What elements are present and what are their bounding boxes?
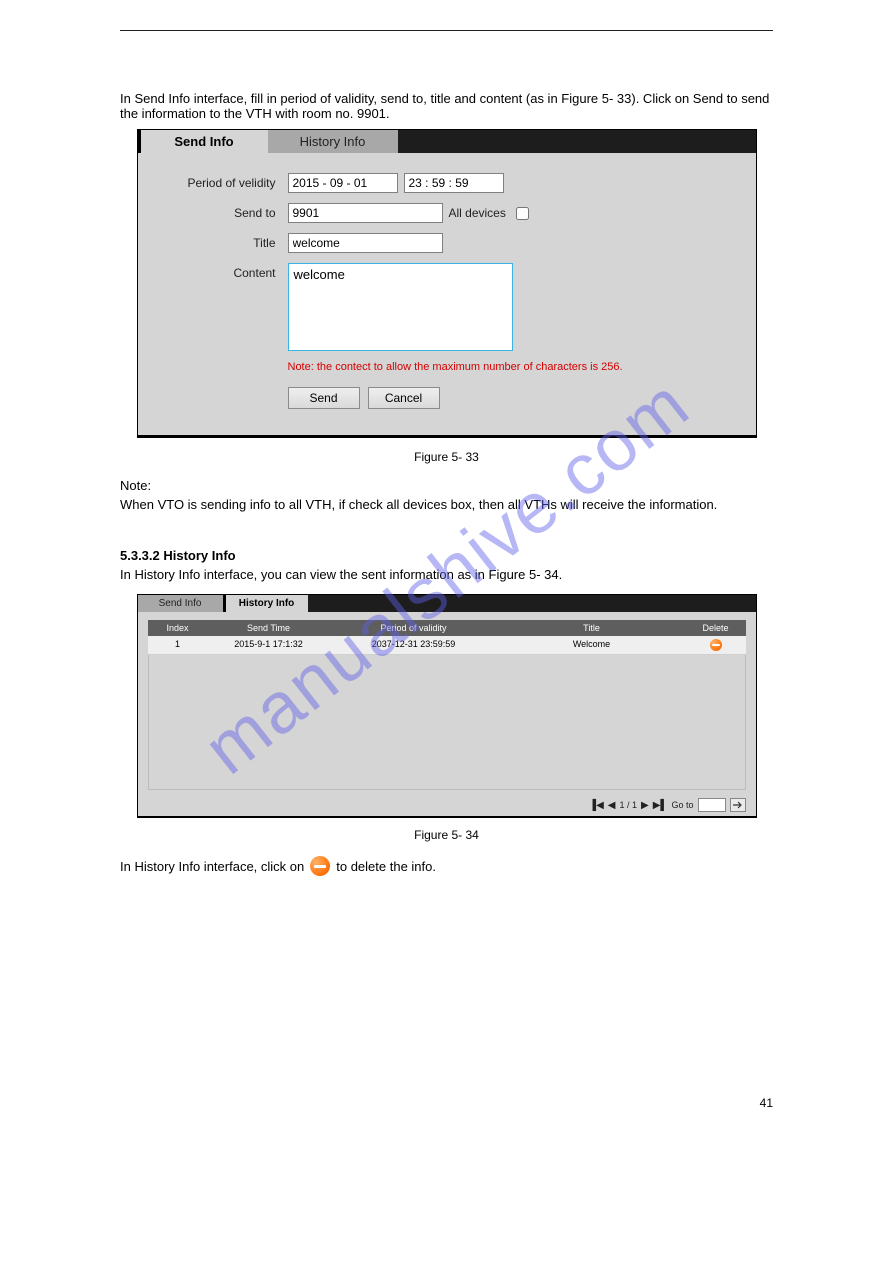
textarea-content[interactable] bbox=[288, 263, 513, 351]
send-info-pane: Send Info History Info Period of velidit… bbox=[137, 129, 757, 438]
section-body: In History Info interface, you can view … bbox=[120, 567, 773, 582]
label-content: Content bbox=[178, 263, 288, 280]
cancel-button[interactable]: Cancel bbox=[368, 387, 440, 409]
section-heading: 5.3.3.2 History Info bbox=[120, 548, 773, 563]
note-body: When VTO is sending info to all VTH, if … bbox=[120, 497, 773, 512]
tab-bar: Send Info History Info bbox=[138, 130, 756, 153]
tab-bar-2: Send Info History Info bbox=[138, 595, 756, 612]
col-delete: Delete bbox=[686, 623, 746, 633]
table-row: 1 2015-9-1 17:1:32 2037-12-31 23:59:59 W… bbox=[148, 636, 746, 655]
pager: ▐◀ ◀ 1 / 1 ▶ ▶▌ Go to bbox=[138, 794, 756, 816]
pager-go-button[interactable] bbox=[730, 798, 746, 812]
footer-text-a: In History Info interface, click on bbox=[120, 859, 304, 874]
checkbox-all-devices[interactable] bbox=[516, 207, 529, 220]
label-send-to: Send to bbox=[178, 203, 288, 220]
pager-last-icon[interactable]: ▶▌ bbox=[653, 800, 668, 811]
label-title: Title bbox=[178, 233, 288, 250]
label-all-devices: All devices bbox=[449, 206, 506, 220]
pager-pages: 1 / 1 bbox=[619, 800, 637, 810]
send-button[interactable]: Send bbox=[288, 387, 360, 409]
cell-period: 2037-12-31 23:59:59 bbox=[330, 639, 498, 651]
input-time[interactable] bbox=[404, 173, 504, 193]
delete-icon[interactable] bbox=[710, 639, 722, 651]
intro-text: In Send Info interface, fill in period o… bbox=[120, 91, 773, 121]
cell-title: Welcome bbox=[498, 639, 686, 651]
table-header: Index Send Time Period of validity Title… bbox=[148, 620, 746, 636]
label-period: Period of velidity bbox=[178, 173, 288, 190]
col-title: Title bbox=[498, 623, 686, 633]
figure-caption-1: Figure 5- 33 bbox=[120, 450, 773, 464]
pager-goto-label: Go to bbox=[671, 800, 693, 810]
note-char-limit: Note: the contect to allow the maximum n… bbox=[288, 361, 756, 373]
col-period: Period of validity bbox=[330, 623, 498, 633]
input-title[interactable] bbox=[288, 233, 443, 253]
pager-next-icon[interactable]: ▶ bbox=[641, 800, 649, 811]
cell-time: 2015-9-1 17:1:32 bbox=[208, 639, 330, 651]
empty-area bbox=[148, 655, 746, 790]
pager-prev-icon[interactable]: ◀ bbox=[608, 800, 616, 811]
tab2-history-info[interactable]: History Info bbox=[223, 595, 308, 612]
pager-first-icon[interactable]: ▐◀ bbox=[589, 800, 604, 811]
history-info-pane: Send Info History Info Index Send Time P… bbox=[137, 594, 757, 818]
col-time: Send Time bbox=[208, 623, 330, 633]
footer-text-b: to delete the info. bbox=[336, 859, 436, 874]
note-heading: Note: bbox=[120, 478, 773, 493]
delete-icon-inline bbox=[310, 856, 330, 876]
input-date[interactable] bbox=[288, 173, 398, 193]
tab-send-info[interactable]: Send Info bbox=[138, 130, 268, 153]
figure-caption-2: Figure 5- 34 bbox=[120, 828, 773, 842]
pager-goto-input[interactable] bbox=[698, 798, 726, 812]
cell-index: 1 bbox=[148, 639, 208, 651]
footer-instruction: In History Info interface, click on to d… bbox=[120, 856, 773, 876]
col-index: Index bbox=[148, 623, 208, 633]
tab-history-info[interactable]: History Info bbox=[268, 130, 398, 153]
tab2-send-info[interactable]: Send Info bbox=[138, 595, 223, 612]
input-send-to[interactable] bbox=[288, 203, 443, 223]
page-number: 41 bbox=[120, 1096, 773, 1110]
